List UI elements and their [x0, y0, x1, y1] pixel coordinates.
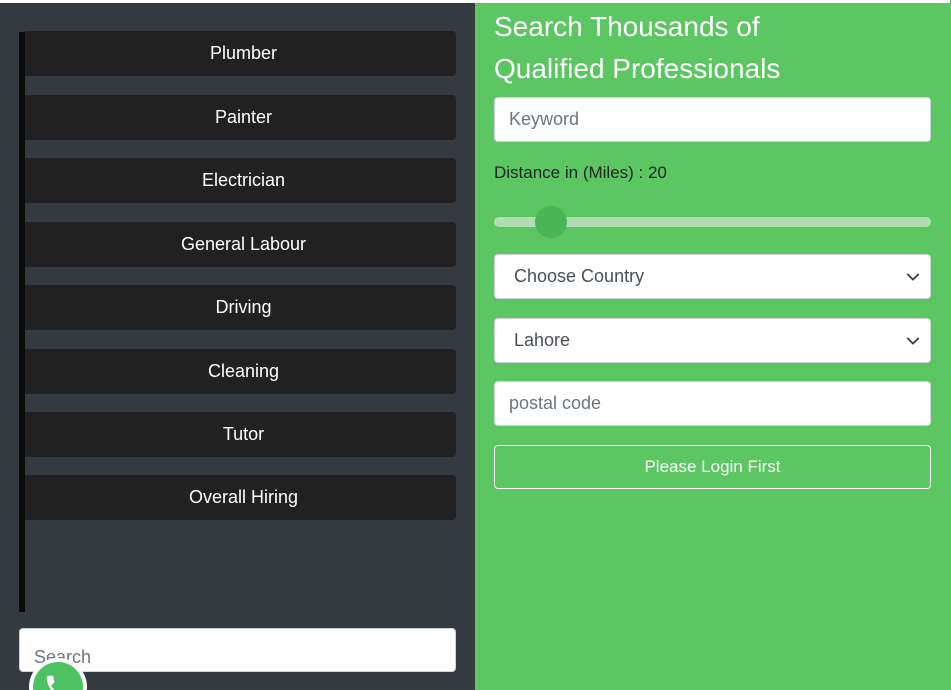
- whatsapp-icon: [33, 662, 83, 690]
- city-select[interactable]: Lahore: [494, 318, 931, 363]
- heading-line-1: Search Thousands of: [494, 11, 760, 42]
- keyword-input[interactable]: [494, 97, 931, 142]
- heading-line-2: Qualified Professionals: [494, 53, 781, 84]
- chevron-down-icon: [906, 273, 920, 280]
- category-label: Electrician: [201, 170, 286, 190]
- category-sidebar: Plumber Painter Electrician General Labo…: [0, 3, 475, 690]
- category-button-general-labour[interactable]: General Labour: [25, 222, 456, 267]
- top-divider: [475, 0, 950, 3]
- category-label: Driving: [215, 297, 272, 317]
- search-panel: Search Thousands of Qualified Profession…: [475, 0, 951, 690]
- distance-label: Distance in (Miles) : 20: [494, 163, 667, 182]
- category-button-overall-hiring[interactable]: Overall Hiring: [25, 475, 456, 520]
- category-label: Overall Hiring: [188, 487, 299, 507]
- country-select-value: Choose Country: [514, 266, 645, 286]
- category-button-tutor[interactable]: Tutor: [25, 412, 456, 457]
- postal-code-input[interactable]: [494, 381, 931, 426]
- category-label: Cleaning: [207, 361, 280, 381]
- category-label: Painter: [214, 107, 273, 127]
- page: Plumber Painter Electrician General Labo…: [0, 0, 951, 690]
- distance-slider[interactable]: [494, 206, 931, 238]
- category-button-cleaning[interactable]: Cleaning: [25, 349, 456, 394]
- category-button-electrician[interactable]: Electrician: [25, 158, 456, 203]
- category-button-driving[interactable]: Driving: [25, 285, 456, 330]
- distance-slider-thumb[interactable]: [534, 206, 567, 238]
- search-heading: Search Thousands of Qualified Profession…: [494, 6, 934, 90]
- city-select-value: Lahore: [514, 330, 571, 350]
- chevron-down-icon: [906, 337, 920, 344]
- category-label: General Labour: [180, 234, 307, 254]
- category-button-painter[interactable]: Painter: [25, 95, 456, 140]
- login-button[interactable]: Please Login First: [494, 445, 931, 489]
- category-button-plumber[interactable]: Plumber: [25, 31, 456, 76]
- category-label: Tutor: [222, 424, 265, 444]
- sidebar-search-input[interactable]: [19, 628, 456, 672]
- category-label: Plumber: [209, 43, 278, 63]
- country-select[interactable]: Choose Country: [494, 254, 931, 299]
